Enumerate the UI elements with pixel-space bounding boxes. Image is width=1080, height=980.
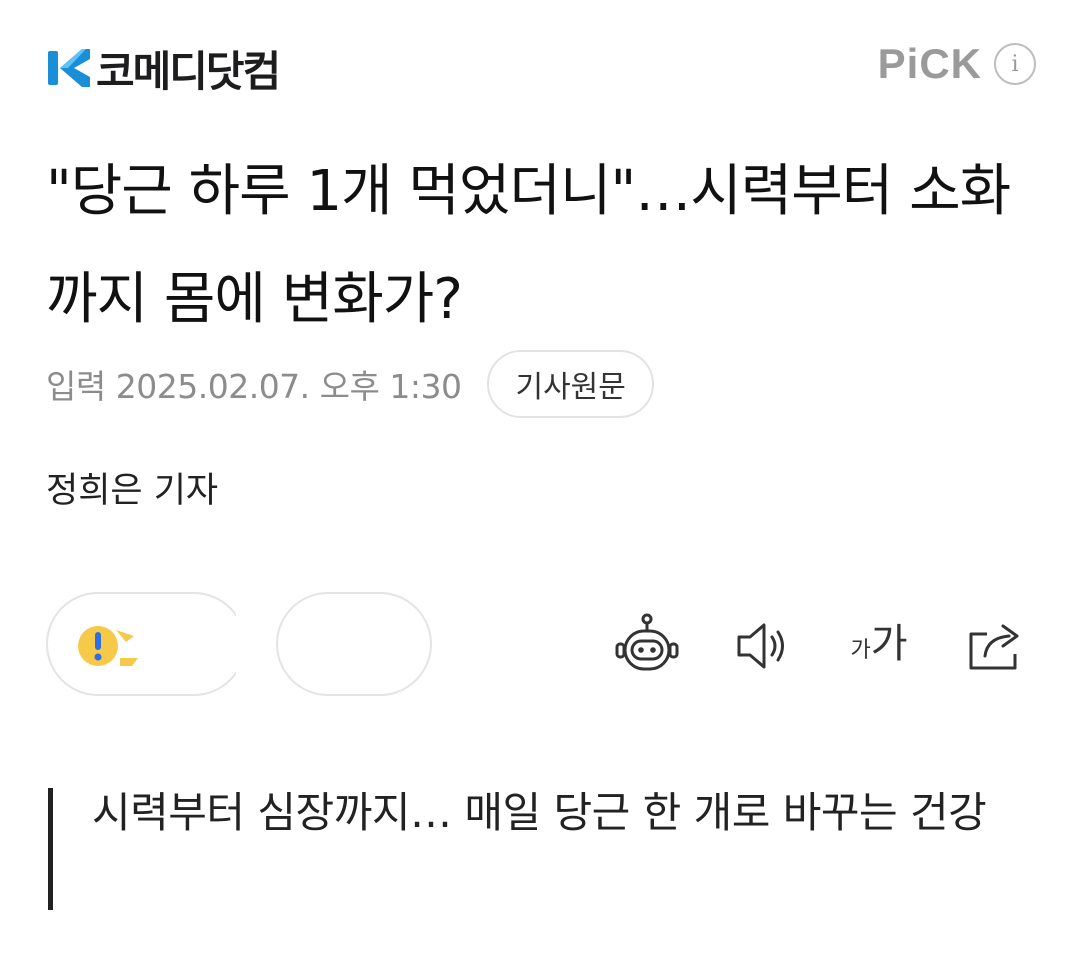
article-toolbar: 가 가 <box>612 604 1030 688</box>
share-icon <box>969 624 1019 670</box>
article-summary: 시력부터 심장까지… 매일 당근 한 개로 바꾸는 건강 <box>48 784 1038 910</box>
font-size-small-label: 가 <box>850 638 871 663</box>
info-icon[interactable]: i <box>994 43 1036 85</box>
speaker-icon <box>737 623 784 669</box>
date-label: 입력 <box>46 367 106 406</box>
summary-text: 시력부터 심장까지… 매일 당근 한 개로 바꾸는 건강 <box>92 788 987 837</box>
publish-date: 2025.02.07. 오후 1:30 <box>115 367 462 406</box>
share-button[interactable] <box>960 611 1030 681</box>
pick-label: PiCK <box>877 40 982 87</box>
press-logo-icon <box>48 49 90 87</box>
reaction-emoji-icon <box>78 626 138 666</box>
reaction-button[interactable] <box>46 592 246 696</box>
reporter-name[interactable]: 정희은 기자 <box>46 462 218 513</box>
comment-button[interactable] <box>276 592 432 696</box>
audio-button[interactable] <box>728 611 798 681</box>
original-article-button[interactable]: 기사원문 <box>487 350 654 418</box>
press-name: 코메디닷컴 <box>96 46 281 96</box>
pick-badge[interactable]: PiCK i <box>878 40 1036 88</box>
summary-bot-button[interactable] <box>612 611 682 681</box>
header: 코메디닷컴 PiCK i <box>0 0 1080 130</box>
press-logo[interactable]: 코메디닷컴 <box>46 42 281 96</box>
font-size-large-label: 가 <box>870 621 908 667</box>
font-size-button[interactable]: 가 가 <box>844 611 914 681</box>
summary-quote-bar <box>48 788 53 910</box>
robot-icon <box>615 613 679 671</box>
article-title: "당근 하루 1개 먹었더니"…시력부터 소화까지 몸에 변화가? <box>46 159 1011 332</box>
reaction-bar <box>46 590 436 700</box>
article-meta: 입력 2025.02.07. 오후 1:30 기사원문 <box>46 350 654 418</box>
